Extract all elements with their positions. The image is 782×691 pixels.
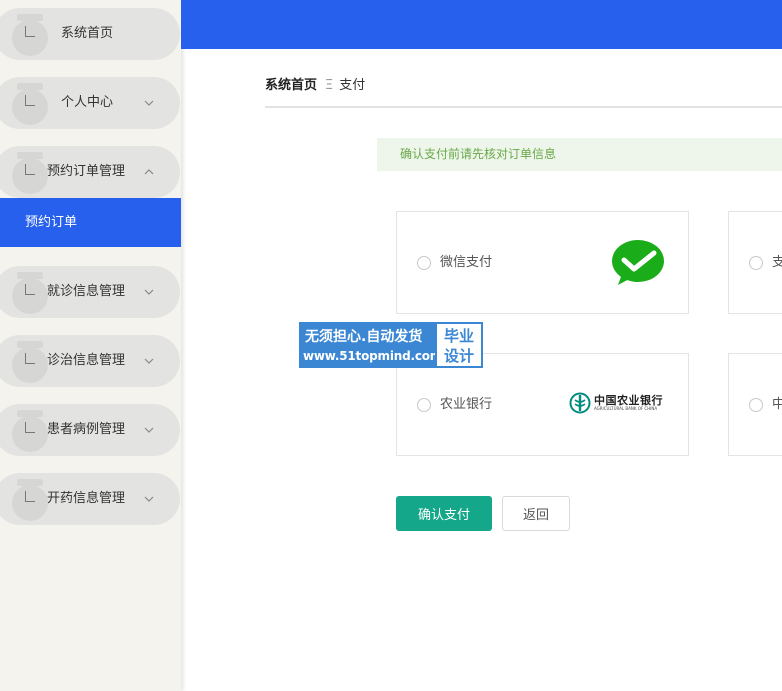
payment-radio[interactable] [417,256,431,270]
payment-option-abc[interactable]: 农业银行 中国农业银行 AGRICULTURAL BANK OF CHINA [396,353,689,456]
menu-bullet-icon [12,341,48,383]
payment-option-alipay[interactable]: 支 [728,211,782,314]
chevron-down-icon [144,427,154,433]
menu-bullet-icon [12,152,48,194]
confirm-payment-button[interactable]: 确认支付 [396,496,492,531]
watermark-banner: 无须担心.自动发货 www.51topmind.com 毕业 设计 [299,322,483,368]
sidebar-item-label: 诊治信息管理 [47,353,126,368]
back-button[interactable]: 返回 [502,496,570,531]
sidebar-item-appointment-management[interactable]: 预约订单管理 [0,146,180,198]
sidebar: 系统首页 个人中心 预约订单管理 预约订单 就诊信息管理 诊治信息管理 患者病例… [0,0,181,691]
watermark-left-panel: 无须担心.自动发货 www.51topmind.com [299,322,442,368]
sidebar-item-label: 患者病例管理 [47,422,126,437]
menu-bullet-icon [12,14,48,56]
breadcrumb-divider [265,106,782,108]
sidebar-item-label: 个人中心 [61,95,114,110]
payment-option-label: 农业银行 [440,397,493,412]
watermark-badge-bottom: 设计 [443,347,474,365]
sidebar-item-label: 预约订单管理 [47,164,126,179]
sidebar-subitem-appointment-orders[interactable]: 预约订单 [0,198,181,247]
payment-option-bank-of-china[interactable]: 中 [728,353,782,456]
payment-option-label: 微信支付 [440,255,493,270]
sidebar-item-home[interactable]: 系统首页 [0,8,180,60]
abc-emblem-icon [569,392,591,414]
breadcrumb: 系统首页 Ξ 支付 [265,76,365,96]
watermark-url: www.51topmind.com [303,349,443,363]
menu-bullet-icon [12,410,48,452]
payment-radio[interactable] [417,398,431,412]
sidebar-item-treatment-info-management[interactable]: 诊治信息管理 [0,335,180,387]
sidebar-item-visit-info-management[interactable]: 就诊信息管理 [0,266,180,318]
breadcrumb-current: 支付 [339,78,366,93]
chevron-up-icon [144,169,154,175]
payment-radio[interactable] [749,398,763,412]
watermark-badge-top: 毕业 [443,327,474,345]
abc-logo-en-text: AGRICULTURAL BANK OF CHINA [594,406,658,411]
menu-bullet-icon [12,272,48,314]
sidebar-item-label: 开药信息管理 [47,491,126,506]
menu-bullet-icon [12,479,48,521]
watermark-badge: 毕业 设计 [435,322,483,368]
wechat-pay-icon [612,240,664,285]
payment-option-label: 支 [772,255,782,270]
sidebar-item-patient-records-management[interactable]: 患者病例管理 [0,404,180,456]
chevron-down-icon [144,358,154,364]
top-header-bar [181,0,782,49]
sidebar-item-personal-center[interactable]: 个人中心 [0,77,180,129]
chevron-down-icon [144,289,154,295]
sidebar-item-prescription-info-management[interactable]: 开药信息管理 [0,473,180,525]
sidebar-item-label: 就诊信息管理 [47,284,126,299]
agricultural-bank-logo: 中国农业银行 AGRICULTURAL BANK OF CHINA [569,391,669,415]
payment-option-wechat[interactable]: 微信支付 [396,211,689,314]
payment-option-label: 中 [772,397,782,412]
sidebar-item-label: 系统首页 [61,26,114,41]
payment-radio[interactable] [749,256,763,270]
info-alert: 确认支付前请先核对订单信息 [377,138,782,171]
menu-bullet-icon [12,83,48,125]
breadcrumb-separator-icon: Ξ [325,78,334,93]
chevron-down-icon [144,100,154,106]
chevron-down-icon [144,496,154,502]
watermark-slogan: 无须担心.自动发货 [305,329,423,345]
breadcrumb-home-link[interactable]: 系统首页 [265,78,317,93]
